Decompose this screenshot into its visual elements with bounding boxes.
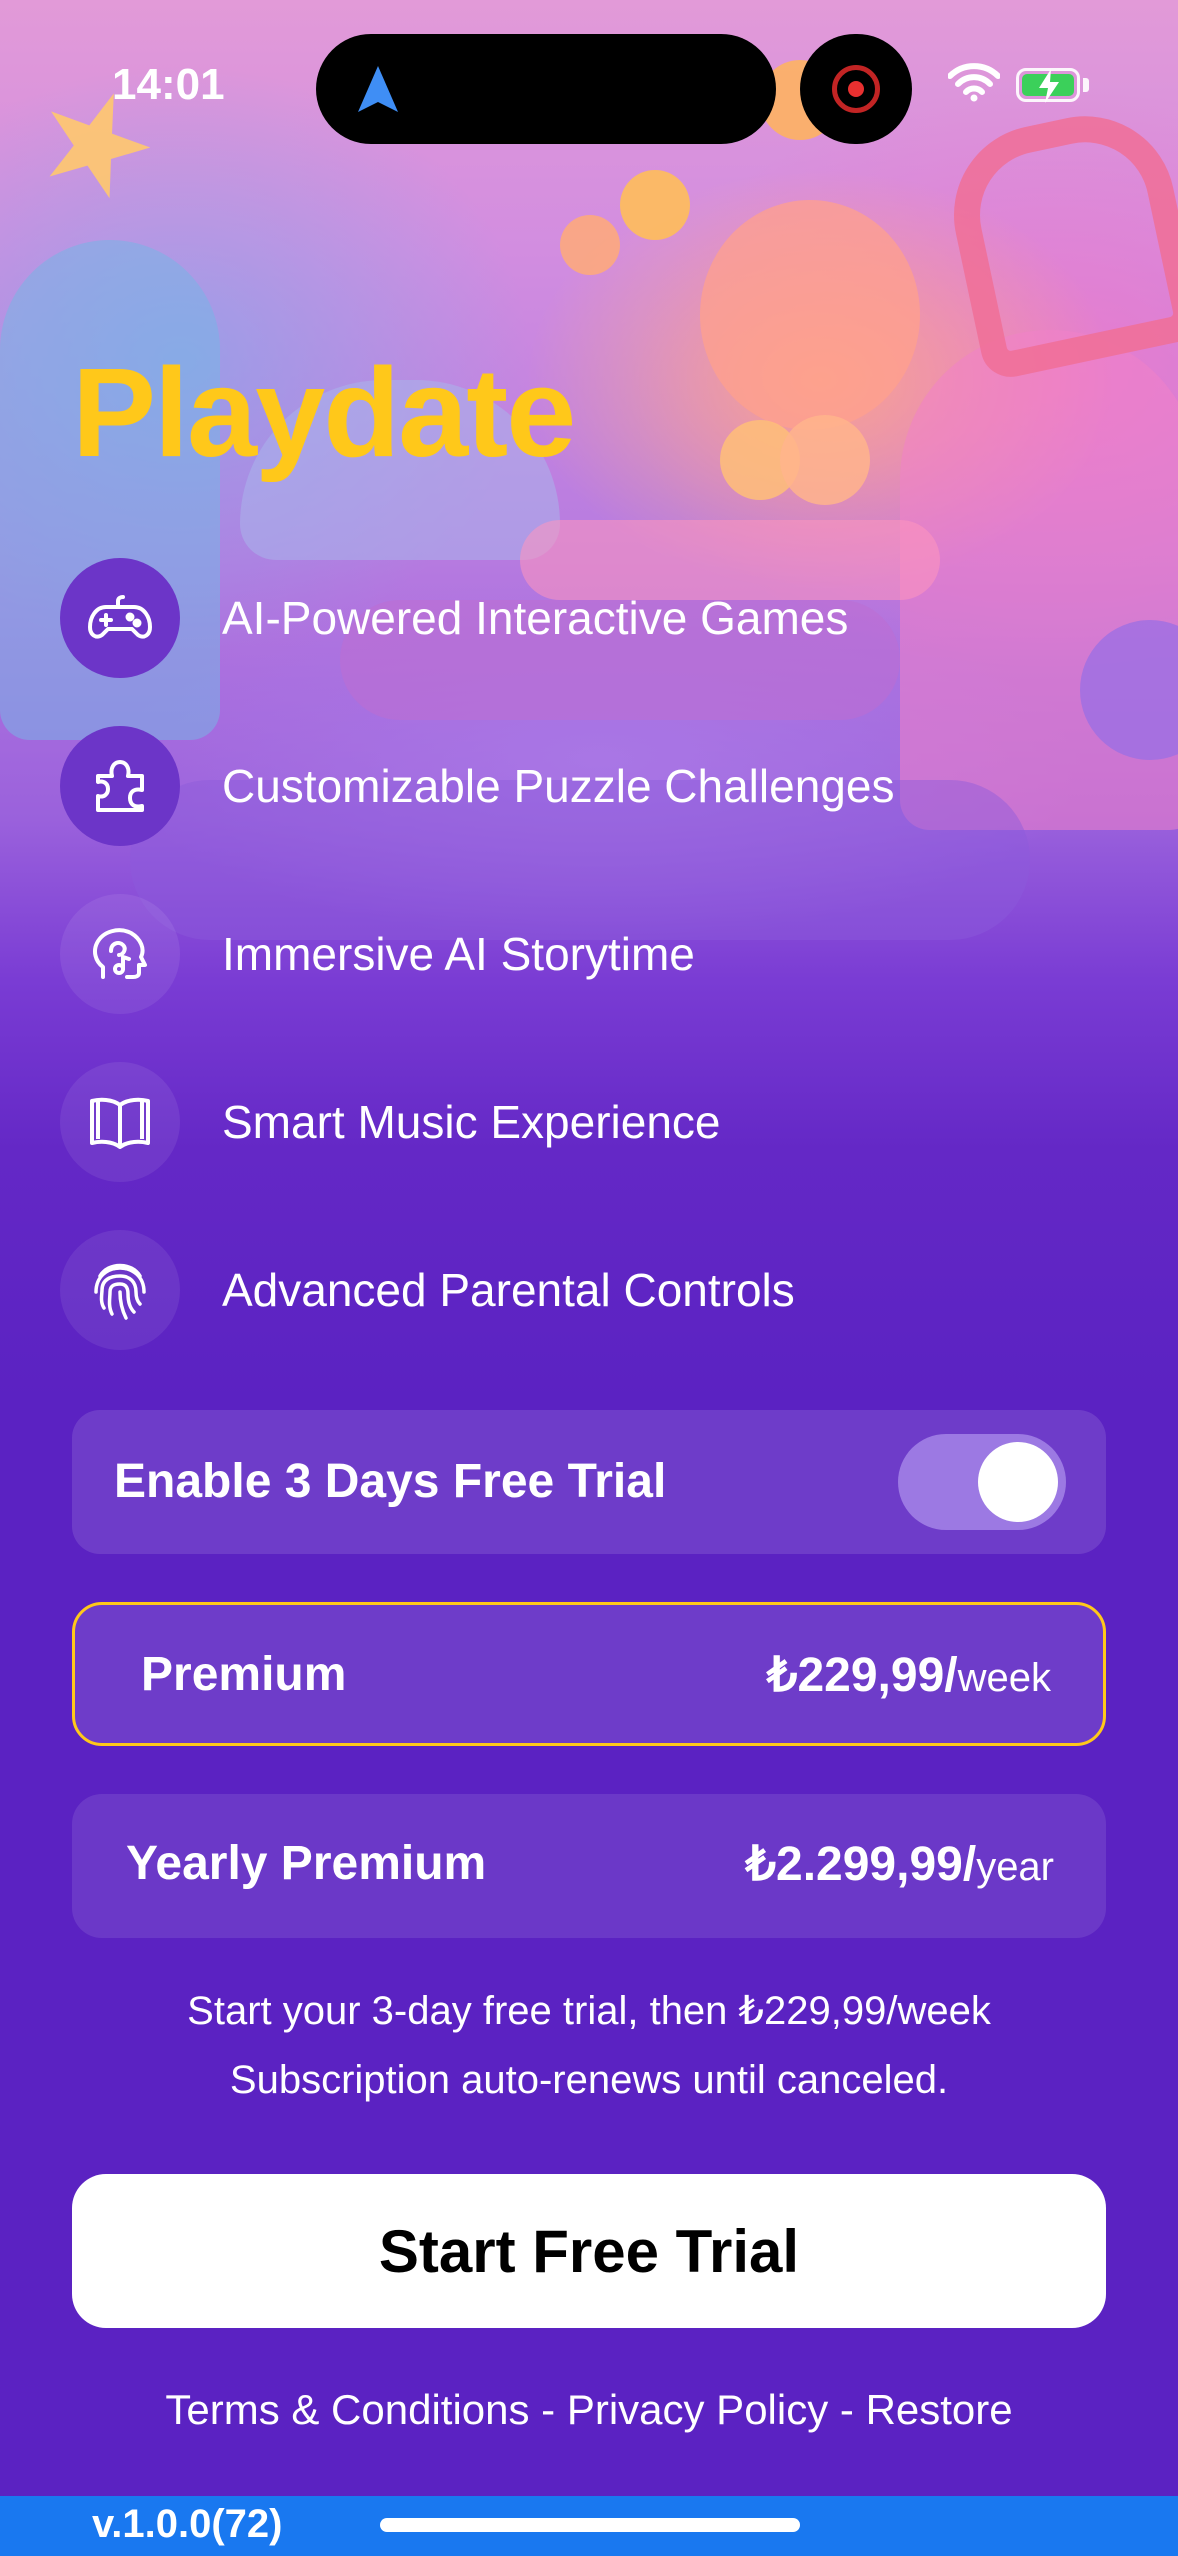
feature-music: Smart Music Experience	[60, 1062, 1120, 1182]
feature-games: AI-Powered Interactive Games	[60, 558, 1120, 678]
free-trial-label: Enable 3 Days Free Trial	[114, 1455, 667, 1508]
plan-name: Premium	[141, 1648, 347, 1701]
feature-parental-controls: Advanced Parental Controls	[60, 1230, 1120, 1350]
app-title: Playdate	[72, 342, 576, 483]
plan-price: ₺229,99/week	[766, 1649, 1051, 1702]
home-indicator[interactable]	[380, 2518, 800, 2532]
free-trial-row: Enable 3 Days Free Trial	[72, 1410, 1106, 1554]
trial-terms-line: Start your 3-day free trial, then ₺229,9…	[187, 1989, 991, 2033]
feature-label: AI-Powered Interactive Games	[222, 592, 849, 644]
status-time: 14:01	[112, 60, 225, 109]
start-free-trial-label: Start Free Trial	[378, 2217, 800, 2285]
plan-yearly-premium[interactable]: Yearly Premium ₺2.299,99/year	[72, 1794, 1106, 1938]
fingerprint-icon	[60, 1230, 180, 1350]
privacy-link[interactable]: Privacy Policy	[567, 2386, 828, 2433]
plan-name: Yearly Premium	[126, 1837, 487, 1890]
auto-renew-line: Subscription auto-renews until canceled.	[229, 2058, 949, 2102]
free-trial-toggle[interactable]	[898, 1434, 1066, 1530]
puzzle-icon	[60, 726, 180, 846]
wifi-icon	[947, 62, 1001, 107]
feature-label: Immersive AI Storytime	[222, 928, 695, 980]
dynamic-island	[316, 34, 776, 144]
gamepad-icon	[60, 558, 180, 678]
book-icon	[60, 1062, 180, 1182]
version-bar: v.1.0.0(72)	[0, 2496, 1178, 2556]
link-separator: -	[828, 2386, 866, 2433]
navigation-arrow-icon	[356, 64, 400, 119]
feature-label: Smart Music Experience	[222, 1096, 721, 1148]
feature-label: Customizable Puzzle Challenges	[222, 760, 895, 812]
plan-premium[interactable]: Premium ₺229,99/week	[72, 1602, 1106, 1746]
head-music-icon	[60, 894, 180, 1014]
restore-link[interactable]: Restore	[866, 2386, 1013, 2433]
app-version: v.1.0.0(72)	[92, 2502, 283, 2546]
footer-links: Terms & Conditions - Privacy Policy - Re…	[0, 2386, 1178, 2434]
plan-price: ₺2.299,99/year	[745, 1838, 1054, 1891]
toggle-knob	[978, 1442, 1058, 1522]
start-free-trial-button[interactable]: Start Free Trial	[72, 2174, 1106, 2328]
feature-puzzle: Customizable Puzzle Challenges	[60, 726, 1120, 846]
feature-storytime: Immersive AI Storytime	[60, 894, 1120, 1014]
feature-label: Advanced Parental Controls	[222, 1264, 795, 1316]
battery-icon	[1016, 68, 1080, 103]
terms-link[interactable]: Terms & Conditions	[165, 2386, 529, 2433]
screen-recording-indicator	[800, 34, 912, 144]
link-separator: -	[529, 2386, 567, 2433]
record-icon	[832, 65, 880, 113]
